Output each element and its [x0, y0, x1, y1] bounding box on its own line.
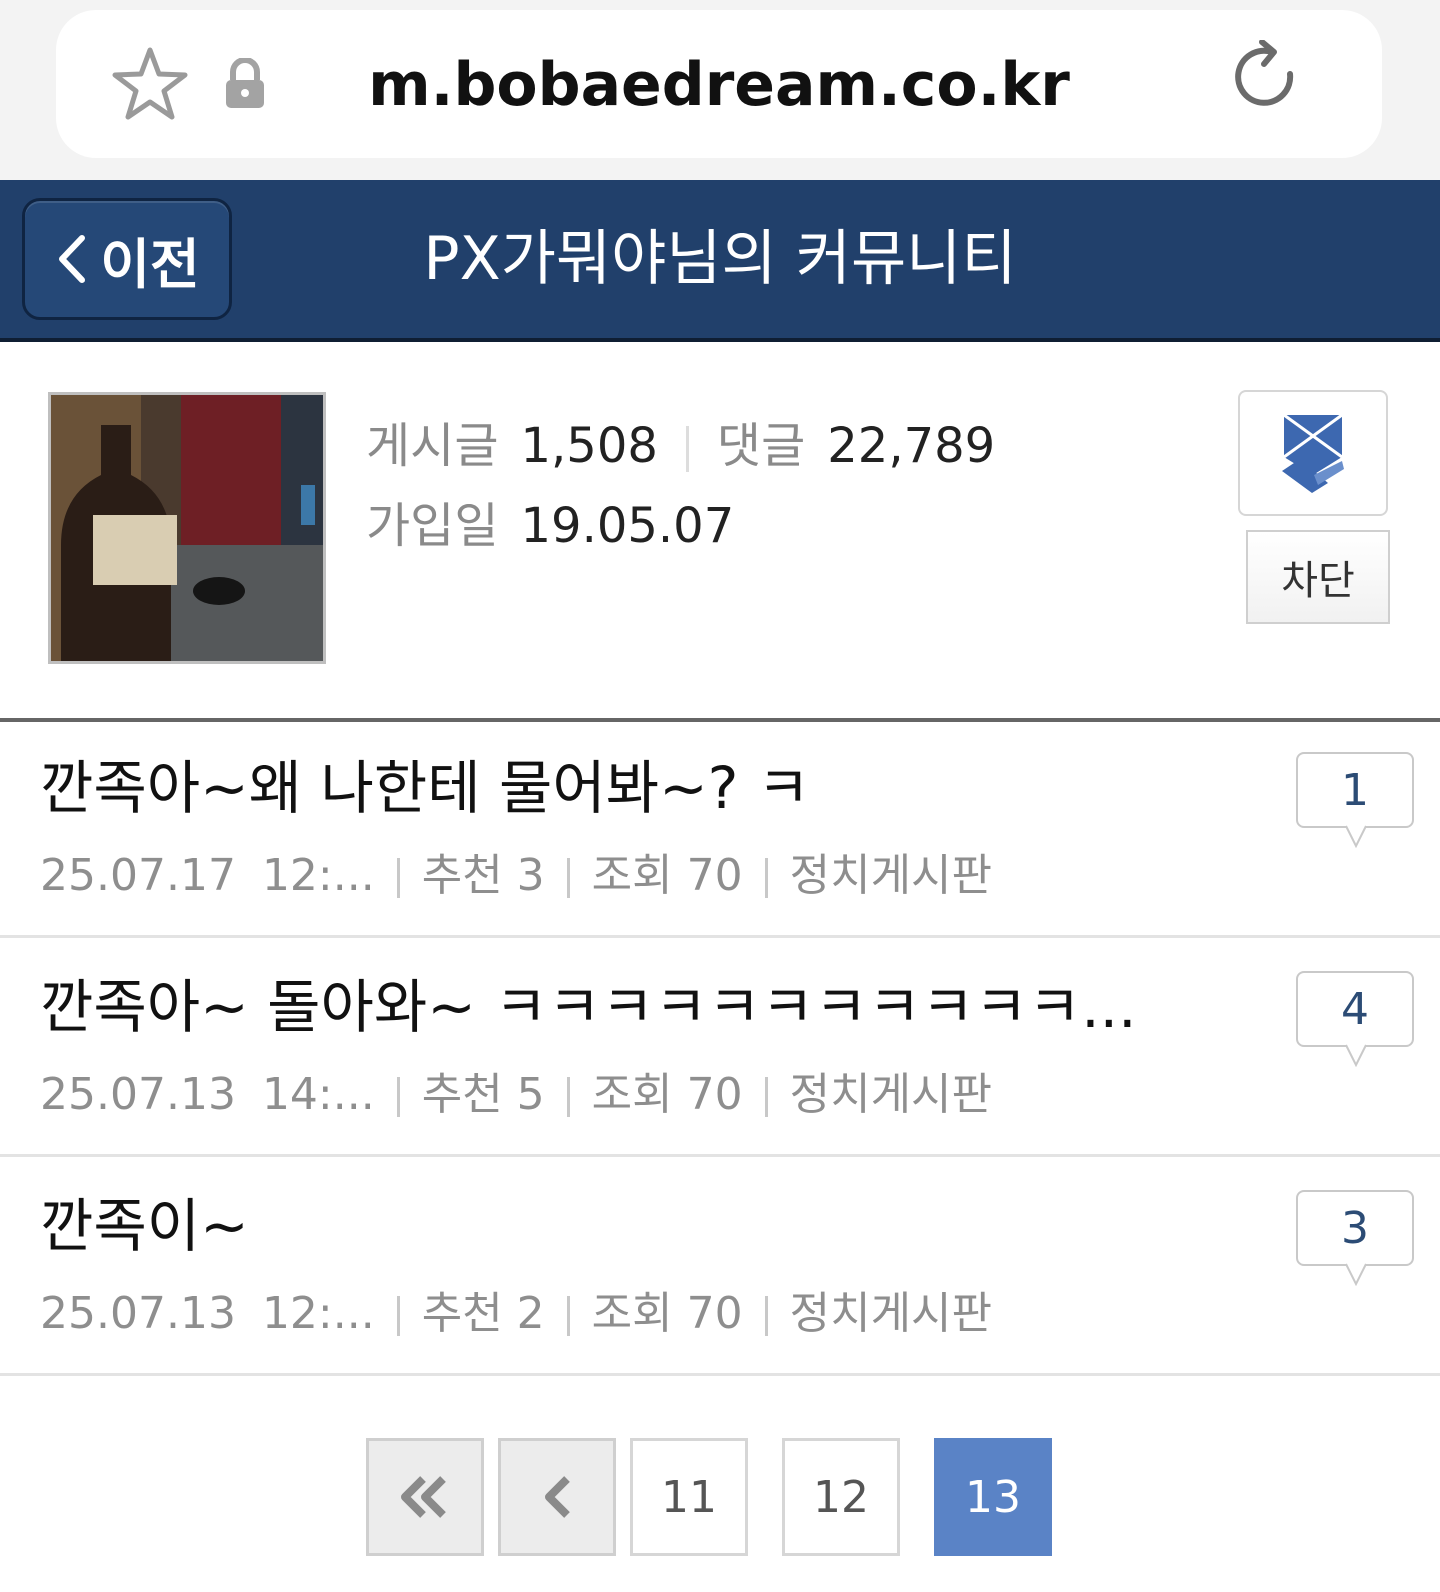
post-time: 14:...: [261, 1069, 375, 1120]
list-item[interactable]: 깐족아~왜 나한테 물어봐~? ㅋ 25.07.17 12:... 추천 3 조회 7…: [0, 722, 1440, 938]
page-title: PX가뭐야님의 커뮤니티: [423, 224, 1017, 294]
pagination: 11 12 13: [0, 1430, 1440, 1560]
joined-label: 가입일: [366, 498, 499, 554]
comment-count-badge[interactable]: 4: [1296, 971, 1414, 1047]
post-title[interactable]: 깐족아~ 돌아와~ ㅋㅋㅋㅋㅋㅋㅋㅋㅋㅋㅋ...: [40, 971, 1160, 1043]
post-recommend: 추천 2: [421, 1288, 545, 1339]
url-text: m.bobaedream.co.kr: [368, 50, 1070, 120]
star-icon[interactable]: [110, 44, 190, 124]
reload-icon[interactable]: [1232, 40, 1304, 120]
post-title[interactable]: 깐족아~왜 나한테 물어봐~? ㅋ: [40, 752, 1160, 824]
double-chevron-left-icon: [401, 1476, 446, 1518]
post-time: 12:...: [261, 1288, 375, 1339]
list-item[interactable]: 깐족아~ 돌아와~ ㅋㅋㅋㅋㅋㅋㅋㅋㅋㅋㅋ... 25.07.13 14:... 추…: [0, 941, 1440, 1157]
post-title[interactable]: 깐족이~: [40, 1190, 1160, 1262]
page-button-13-current[interactable]: 13: [934, 1438, 1052, 1556]
meta-divider: [566, 1296, 570, 1336]
chevron-left-icon: [59, 235, 86, 283]
post-date: 25.07.13: [40, 1069, 236, 1120]
post-recommend: 추천 3: [421, 850, 545, 901]
bubble-tail: [1345, 1263, 1367, 1286]
back-button[interactable]: 이전: [22, 198, 232, 320]
meta-divider: [764, 1077, 768, 1117]
stat-divider: [685, 426, 689, 472]
post-board: 정치게시판: [789, 1288, 993, 1339]
posts-count: 1,508: [520, 418, 658, 474]
joined-date: 19.05.07: [520, 498, 735, 554]
block-button[interactable]: 차단: [1246, 530, 1390, 624]
meta-divider: [566, 1077, 570, 1117]
post-date: 25.07.13: [40, 1288, 236, 1339]
posts-label: 게시글: [366, 418, 499, 474]
meta-divider: [566, 858, 570, 898]
post-views: 조회 70: [591, 850, 743, 901]
post-meta: 25.07.17 12:... 추천 3 조회 70 정치게시판: [40, 848, 992, 904]
comment-count-badge[interactable]: 1: [1296, 752, 1414, 828]
avatar-photo: [51, 395, 323, 661]
stats-line-joined: 가입일 19.05.07: [366, 498, 734, 554]
comment-count-badge[interactable]: 3: [1296, 1190, 1414, 1266]
list-item[interactable]: 깐족이~ 25.07.13 12:... 추천 2 조회 70 정치게시판 3: [0, 1160, 1440, 1376]
comments-label: 댓글: [716, 418, 806, 474]
level-badge-icon: [1282, 413, 1344, 493]
post-recommend: 추천 5: [421, 1069, 545, 1120]
meta-divider: [396, 1296, 400, 1336]
meta-divider: [396, 1077, 400, 1117]
chevron-left-icon: [545, 1476, 570, 1518]
post-time: 12:...: [261, 850, 375, 901]
comments-count: 22,789: [827, 418, 996, 474]
first-page-button[interactable]: [366, 1438, 484, 1556]
page-button-12[interactable]: 12: [782, 1438, 900, 1556]
community-header: 이전 PX가뭐야님의 커뮤니티: [0, 180, 1440, 342]
meta-divider: [764, 1296, 768, 1336]
prev-page-button[interactable]: [498, 1438, 616, 1556]
avatar[interactable]: [48, 392, 326, 664]
meta-divider: [396, 858, 400, 898]
post-views: 조회 70: [591, 1069, 743, 1120]
lock-icon: [226, 58, 264, 108]
stats-line-posts-comments: 게시글 1,508 댓글 22,789: [366, 418, 995, 474]
browser-address-bar: m.bobaedream.co.kr: [0, 0, 1440, 180]
post-meta: 25.07.13 14:... 추천 5 조회 70 정치게시판: [40, 1067, 992, 1123]
url-field[interactable]: m.bobaedream.co.kr: [56, 10, 1382, 158]
meta-divider: [764, 858, 768, 898]
post-board: 정치게시판: [789, 850, 993, 901]
back-button-label: 이전: [100, 232, 200, 296]
profile-section: 게시글 1,508 댓글 22,789 가입일 19.05.07 차단: [0, 342, 1440, 720]
post-views: 조회 70: [591, 1288, 743, 1339]
post-meta: 25.07.13 12:... 추천 2 조회 70 정치게시판: [40, 1286, 992, 1342]
page-button-11[interactable]: 11: [630, 1438, 748, 1556]
post-date: 25.07.17: [40, 850, 236, 901]
bubble-tail: [1345, 1044, 1367, 1067]
bubble-tail: [1345, 825, 1367, 848]
member-level-badge: [1238, 390, 1388, 516]
post-board: 정치게시판: [789, 1069, 993, 1120]
